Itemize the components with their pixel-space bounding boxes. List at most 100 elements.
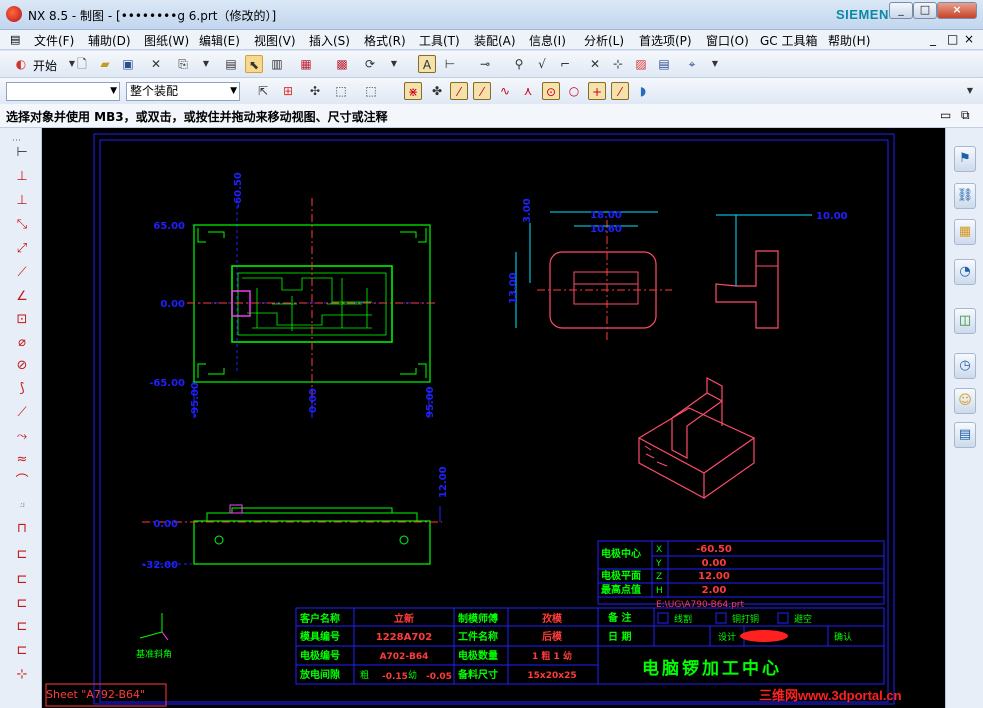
menu-analysis[interactable]: 分析(L) [584, 32, 624, 49]
datum-icon[interactable]: ⚲ [510, 55, 528, 73]
menu-gc-toolkit[interactable]: GC 工具箱 [760, 32, 818, 49]
ordinate-origin-icon[interactable]: ⊏ [12, 642, 32, 660]
menu-info[interactable]: 信息(I) [529, 32, 566, 49]
menu-help[interactable]: 帮助(H) [828, 32, 870, 49]
menu-format[interactable]: 格式(R) [364, 32, 406, 49]
sheet-name-label[interactable]: Sheet "A792-B64" [46, 688, 145, 701]
doc-minimize-button[interactable]: _ [930, 32, 936, 46]
endpoint-icon[interactable]: ⁄ [450, 82, 468, 100]
reuse-library-icon[interactable]: ◔ [954, 259, 976, 285]
save-icon[interactable]: ▣ [119, 55, 137, 73]
doc-close-button[interactable]: × [964, 32, 974, 46]
weld-symbol-icon[interactable]: ⌐ [556, 55, 574, 73]
curve-point-icon[interactable]: ∿ [496, 82, 514, 100]
close-button[interactable]: × [937, 2, 977, 19]
open-icon[interactable]: ▰ [96, 55, 114, 73]
constraint-navigator-icon[interactable]: ⛓ [954, 183, 976, 209]
type-filter-select[interactable]: ▼ [6, 82, 120, 101]
roles-icon[interactable]: ▤ [954, 422, 976, 448]
nx-app-icon[interactable] [6, 6, 22, 22]
maximize-button[interactable]: □ [913, 2, 937, 19]
more-icon[interactable]: ▼ [385, 55, 403, 73]
assembly-navigator-icon[interactable]: ⚑ [954, 146, 976, 172]
perpendicular-dimension-icon[interactable]: ⤢ [12, 240, 32, 258]
folded-radius-icon[interactable]: ⤳ [12, 428, 32, 446]
menu-edit[interactable]: 编辑(E) [199, 32, 240, 49]
quick-dimension-icon[interactable]: ⊢ [12, 144, 32, 162]
angular-dimension-icon[interactable]: ∠ [12, 288, 32, 306]
toolbar-options-icon[interactable]: ▼ [961, 82, 979, 100]
history-icon[interactable]: ◷ [954, 353, 976, 379]
arc-center-icon[interactable]: ⊙ [542, 82, 560, 100]
diameter-dimension-icon[interactable]: ⊘ [12, 357, 32, 375]
menu-insert[interactable]: 插入(S) [309, 32, 350, 49]
paste-dropdown-icon[interactable]: ▼ [197, 55, 215, 73]
new-icon[interactable]: 🗋 [73, 55, 91, 73]
crosshatch-icon[interactable]: ▨ [632, 55, 650, 73]
select-view-icon[interactable]: ⬉ [245, 55, 263, 73]
vertical-dimension-icon[interactable]: ⊥ [12, 192, 32, 210]
deselect-icon[interactable]: ✣ [306, 82, 324, 100]
view-icon[interactable]: ▦ [297, 55, 315, 73]
menu-window[interactable]: 窗口(O) [706, 32, 749, 49]
web-browser-icon[interactable]: ◫ [954, 308, 976, 334]
grid-snap-icon[interactable]: ✤ [428, 82, 446, 100]
update-view-icon[interactable]: ⟳ [361, 55, 379, 73]
horizontal-baseline-icon[interactable]: ⊏ [12, 571, 32, 589]
view-orient-icon[interactable]: ◗ [634, 82, 652, 100]
box-select-icon[interactable]: ⬚ [362, 82, 380, 100]
chamfer-dimension-icon[interactable]: ⟋ [12, 264, 32, 282]
cylindrical-dimension-icon[interactable]: ⊡ [12, 311, 32, 329]
base-view-icon[interactable]: ▩ [333, 55, 351, 73]
system-materials-icon[interactable]: ☺ [954, 388, 976, 414]
menu-drawing[interactable]: 图纸(W) [144, 32, 189, 49]
radius-to-center-icon[interactable]: ⟋ [12, 404, 32, 422]
vertical-baseline-icon[interactable]: ⊏ [12, 595, 32, 613]
cut-icon[interactable]: ✕ [147, 55, 165, 73]
intersection-point-icon[interactable]: ⋏ [519, 82, 537, 100]
point-on-curve-icon[interactable]: ⁄ [611, 82, 629, 100]
existing-point-icon[interactable]: + [588, 82, 606, 100]
menu-file[interactable]: 文件(F) [34, 32, 74, 49]
note-icon[interactable]: A [418, 55, 436, 73]
menu-assist[interactable]: 辅助(D) [88, 32, 131, 49]
menu-assembly[interactable]: 装配(A) [474, 32, 516, 49]
restore-icon[interactable]: ▭ [940, 108, 951, 122]
radius-dimension-icon[interactable]: ⟆ [12, 380, 32, 398]
feature-control-icon[interactable]: ⊢ [441, 55, 459, 73]
target-dropdown-icon[interactable]: ▼ [706, 55, 724, 73]
part-navigator-icon[interactable]: ▦ [954, 219, 976, 245]
start-icon[interactable]: ◐ [12, 55, 30, 73]
arc-length-icon[interactable]: ⌒ [12, 473, 32, 491]
new-sheet-icon[interactable]: ▤ [222, 55, 240, 73]
ordinate-dimension-icon[interactable]: ⊏ [12, 618, 32, 636]
horizontal-dimension-icon[interactable]: ⊥ [12, 168, 32, 186]
rectangle-select-icon[interactable]: ⬚ [332, 82, 350, 100]
general-select-icon[interactable]: ⇱ [254, 82, 272, 100]
hole-dimension-icon[interactable]: ⌀ [12, 334, 32, 352]
drawing-canvas[interactable]: 65.00 0.00 -65.00 -60.50 -95.00 0.00 95.… [42, 128, 945, 708]
midpoint-icon[interactable]: ⁄ [473, 82, 491, 100]
full-screen-icon[interactable]: ⧉ [961, 108, 970, 123]
start-menu-button[interactable]: 开始 [33, 57, 57, 74]
selection-scope-select[interactable]: 整个装配 ▼ [126, 82, 240, 101]
table-icon[interactable]: ▤ [655, 55, 673, 73]
vertical-chain-icon[interactable]: ⊏ [12, 546, 32, 564]
quadrant-icon[interactable]: ○ [565, 82, 583, 100]
menu-preferences[interactable]: 首选项(P) [639, 32, 692, 49]
display-sheet-icon[interactable]: ▥ [268, 55, 286, 73]
selection-intent-icon[interactable]: ⊞ [279, 82, 297, 100]
menu-view[interactable]: 视图(V) [254, 32, 296, 49]
intersection-icon[interactable]: ⊹ [609, 55, 627, 73]
target-point-icon[interactable]: ⌖ [683, 55, 701, 73]
minimize-button[interactable]: _ [889, 2, 913, 19]
doc-restore-button[interactable]: □ [947, 32, 958, 46]
menu-tools[interactable]: 工具(T) [419, 32, 460, 49]
paste-icon[interactable]: ⎘ [174, 55, 192, 73]
parallel-dimension-icon[interactable]: ⤡ [12, 216, 32, 234]
perimeter-dimension-icon[interactable]: ⟓ [12, 495, 32, 513]
surface-finish-icon[interactable]: √ [533, 55, 551, 73]
centermark-icon[interactable]: ✕ [586, 55, 604, 73]
horizontal-chain-icon[interactable]: ⊓ [12, 520, 32, 538]
symbol-icon[interactable]: ⊸ [476, 55, 494, 73]
